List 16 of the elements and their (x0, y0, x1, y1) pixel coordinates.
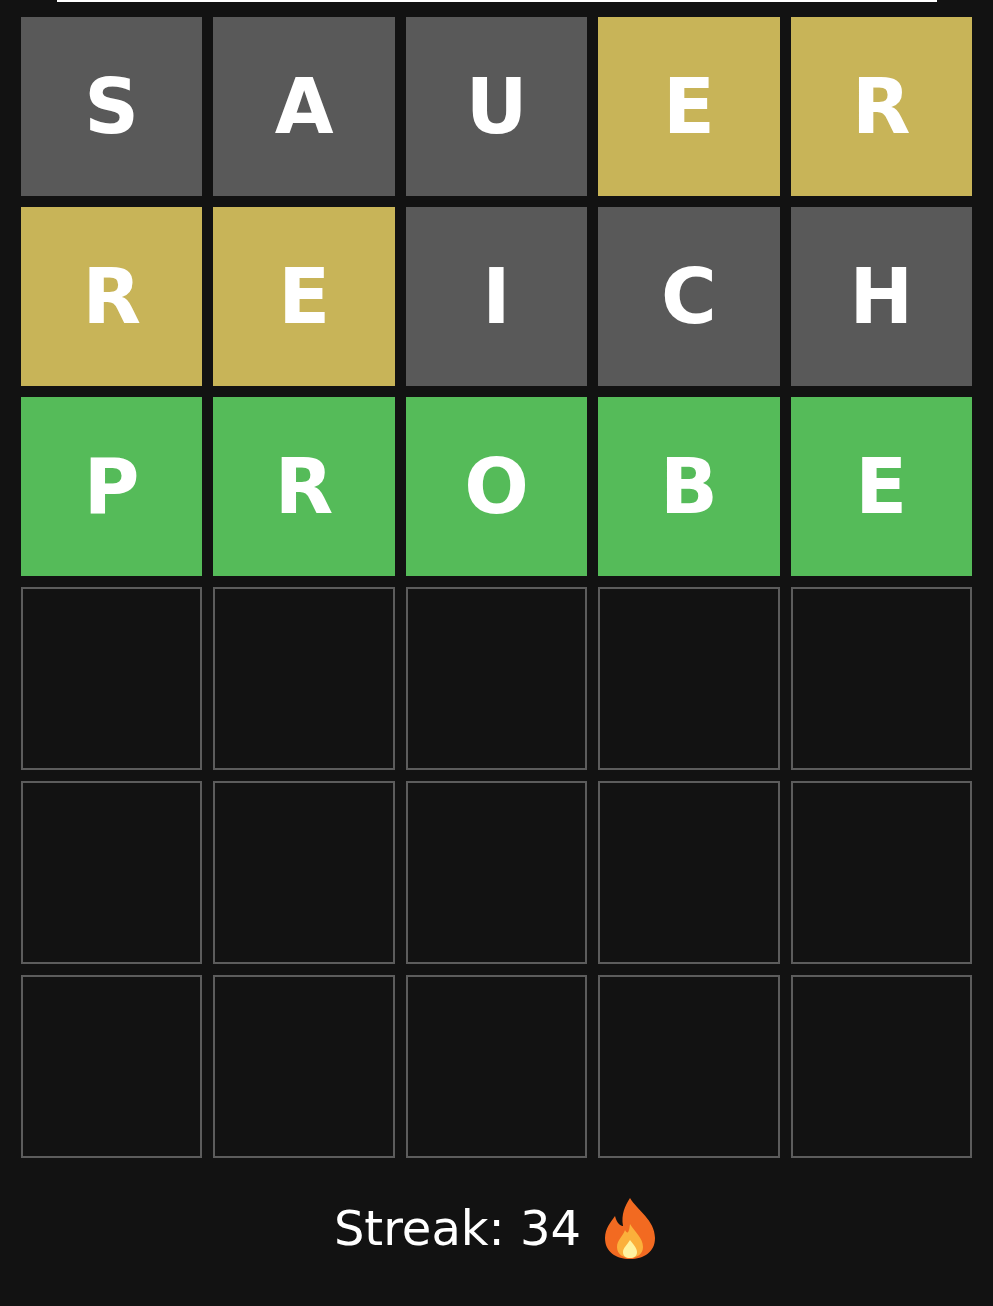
letter-tile: O (405, 397, 588, 576)
letter-tile: U (405, 17, 588, 196)
letter-tile: R (790, 17, 972, 196)
letter-tile: H (790, 207, 972, 386)
letter-tile: B (598, 397, 780, 576)
letter-tile: C (598, 207, 780, 386)
letter-tile: E (213, 207, 395, 386)
letter-tile: S (21, 17, 203, 196)
letter-tile: E (790, 397, 972, 576)
letter-tile: A (213, 17, 395, 196)
letter-tile: E (598, 17, 780, 196)
streak-counter: Streak: 34 (333, 1200, 582, 1256)
letter-tile: P (21, 397, 203, 576)
letter-tile: R (21, 207, 203, 386)
letter-tile: R (213, 397, 395, 576)
letter-tile: I (405, 207, 588, 386)
